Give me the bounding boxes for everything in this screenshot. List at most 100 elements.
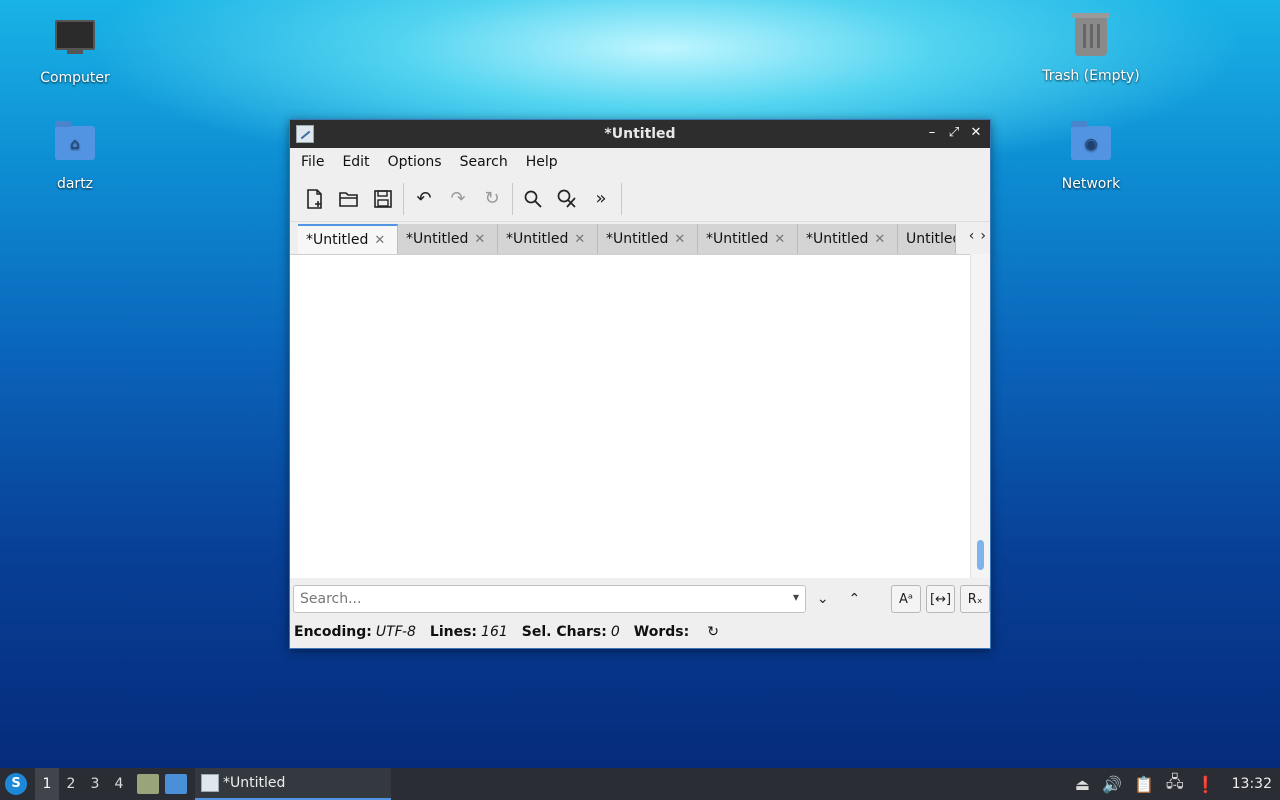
- tab-close-icon[interactable]: ✕: [674, 232, 685, 247]
- file-manager-icon[interactable]: [137, 774, 159, 794]
- open-folder-icon[interactable]: [332, 182, 366, 216]
- tab-label: *Untitled: [806, 231, 869, 247]
- find-previous-button[interactable]: ⌃: [840, 585, 870, 613]
- menu-file[interactable]: File: [294, 154, 331, 170]
- tab-close-icon[interactable]: ✕: [574, 232, 585, 247]
- lines-value: 161: [481, 624, 508, 640]
- search-icon[interactable]: [516, 182, 550, 216]
- match-case-button[interactable]: Aᵃ: [891, 585, 921, 613]
- sel-chars-label: Sel. Chars:: [521, 624, 607, 640]
- computer-icon: [53, 20, 97, 64]
- undo-icon[interactable]: ↶: [407, 182, 441, 216]
- sel-chars-value: 0: [610, 624, 620, 640]
- save-icon[interactable]: [366, 182, 400, 216]
- trash-icon: [1069, 13, 1113, 62]
- search-bar: ▾ ⌄ ⌃ Aᵃ [↔] Rₓ: [290, 582, 990, 616]
- tab-label: *Untitled: [506, 231, 569, 247]
- maximize-button[interactable]: ⤢: [946, 124, 962, 142]
- tab-label: Untitled: [906, 231, 956, 247]
- tab-scroll-right-icon[interactable]: ›: [980, 228, 986, 244]
- tab-untitled-5[interactable]: *Untitled ✕: [698, 224, 798, 254]
- workspace-3[interactable]: 3: [83, 768, 107, 800]
- new-document-icon[interactable]: [298, 182, 332, 216]
- search-combobox[interactable]: ▾: [293, 585, 806, 613]
- clock[interactable]: 13:32: [1232, 776, 1272, 792]
- tab-label: *Untitled: [306, 232, 369, 248]
- menu-edit[interactable]: Edit: [335, 154, 376, 170]
- desktop-icon-label: Network: [1061, 176, 1121, 192]
- app-icon: [201, 774, 219, 792]
- find-next-button[interactable]: ⌄: [808, 585, 838, 613]
- tab-scroll-left-icon[interactable]: ‹: [969, 228, 975, 244]
- tab-bar: *Untitled ✕ *Untitled ✕ *Untitled ✕ *Unt…: [290, 222, 990, 254]
- status-bar: Encoding: UTF-8 Lines: 161 Sel. Chars: 0…: [290, 618, 990, 646]
- window-title: *Untitled: [604, 126, 676, 142]
- tab-untitled-7[interactable]: Untitled: [898, 224, 956, 254]
- search-input[interactable]: [300, 591, 780, 607]
- chevron-down-icon[interactable]: ▾: [793, 590, 799, 604]
- redo-icon[interactable]: ↷: [441, 182, 475, 216]
- encoding-label: Encoding:: [294, 624, 372, 640]
- tab-close-icon[interactable]: ✕: [774, 232, 785, 247]
- whole-word-button[interactable]: [↔]: [925, 585, 956, 613]
- start-menu-button[interactable]: S: [5, 773, 27, 795]
- desktop-icon-trash[interactable]: Trash (Empty): [1036, 13, 1146, 84]
- tab-untitled-1[interactable]: *Untitled ✕: [298, 224, 398, 254]
- network-icon[interactable]: 🖧: [1166, 771, 1184, 798]
- show-desktop-icon[interactable]: [165, 774, 187, 794]
- tab-untitled-4[interactable]: *Untitled ✕: [598, 224, 698, 254]
- tab-label: *Untitled: [606, 231, 669, 247]
- workspace-1[interactable]: 1: [35, 768, 59, 800]
- tab-close-icon[interactable]: ✕: [374, 233, 385, 248]
- eject-icon[interactable]: ⏏: [1075, 775, 1090, 794]
- desktop-icon-label: dartz: [56, 176, 94, 192]
- tab-untitled-3[interactable]: *Untitled ✕: [498, 224, 598, 254]
- close-button[interactable]: ✕: [968, 124, 984, 142]
- regex-button[interactable]: Rₓ: [960, 585, 990, 613]
- toolbar: ↶ ↷ ↻ »: [290, 176, 990, 222]
- system-tray: ⏏ 🔊 📋 🖧 ❗ 13:32: [1075, 768, 1280, 800]
- vertical-scrollbar[interactable]: [970, 254, 990, 578]
- minimize-button[interactable]: –: [924, 124, 940, 142]
- more-chevrons-icon[interactable]: »: [584, 182, 618, 216]
- desktop-icon-label: Computer: [40, 70, 110, 86]
- lines-label: Lines:: [429, 624, 478, 640]
- tab-label: *Untitled: [406, 231, 469, 247]
- taskbar-item-editor[interactable]: *Untitled: [195, 768, 391, 800]
- toolbar-separator: [621, 182, 622, 215]
- tab-close-icon[interactable]: ✕: [874, 232, 885, 247]
- network-folder-icon: ◉: [1069, 121, 1113, 170]
- desktop-icon-label: Trash (Empty): [1042, 68, 1140, 84]
- refresh-word-count-icon[interactable]: ↻: [707, 624, 719, 640]
- find-replace-icon[interactable]: [550, 182, 584, 216]
- words-label: Words:: [633, 624, 690, 640]
- tab-label: *Untitled: [706, 231, 769, 247]
- home-folder-icon: ⌂: [53, 121, 97, 170]
- tab-untitled-2[interactable]: *Untitled ✕: [398, 224, 498, 254]
- reload-icon[interactable]: ↻: [475, 182, 509, 216]
- volume-icon[interactable]: 🔊: [1102, 775, 1122, 794]
- text-editor-window: *Untitled – ⤢ ✕ File Edit Options Search…: [289, 119, 991, 649]
- desktop-icon-network[interactable]: ◉ Network: [1036, 120, 1146, 192]
- scrollbar-thumb[interactable]: [977, 540, 984, 570]
- notification-icon[interactable]: ❗: [1196, 775, 1216, 794]
- workspace-2[interactable]: 2: [59, 768, 83, 800]
- taskbar-item-label: *Untitled: [223, 775, 286, 791]
- toolbar-separator: [512, 182, 513, 215]
- desktop-icon-computer[interactable]: Computer: [20, 16, 130, 86]
- tab-close-icon[interactable]: ✕: [474, 232, 485, 247]
- desktop-icon-home-folder[interactable]: ⌂ dartz: [20, 120, 130, 192]
- toolbar-separator: [403, 182, 404, 215]
- app-icon[interactable]: [296, 125, 314, 143]
- workspace-4[interactable]: 4: [107, 768, 131, 800]
- menu-help[interactable]: Help: [519, 154, 565, 170]
- text-editor-area[interactable]: [290, 254, 970, 578]
- encoding-value: UTF-8: [375, 624, 416, 640]
- clipboard-icon[interactable]: 📋: [1134, 775, 1154, 794]
- menu-bar: File Edit Options Search Help: [290, 148, 990, 176]
- menu-options[interactable]: Options: [381, 154, 449, 170]
- tab-untitled-6[interactable]: *Untitled ✕: [798, 224, 898, 254]
- taskbar: S 1 2 3 4 *Untitled ⏏ 🔊 📋 🖧 ❗ 13:32: [0, 768, 1280, 800]
- menu-search[interactable]: Search: [453, 154, 515, 170]
- title-bar[interactable]: *Untitled – ⤢ ✕: [290, 120, 990, 148]
